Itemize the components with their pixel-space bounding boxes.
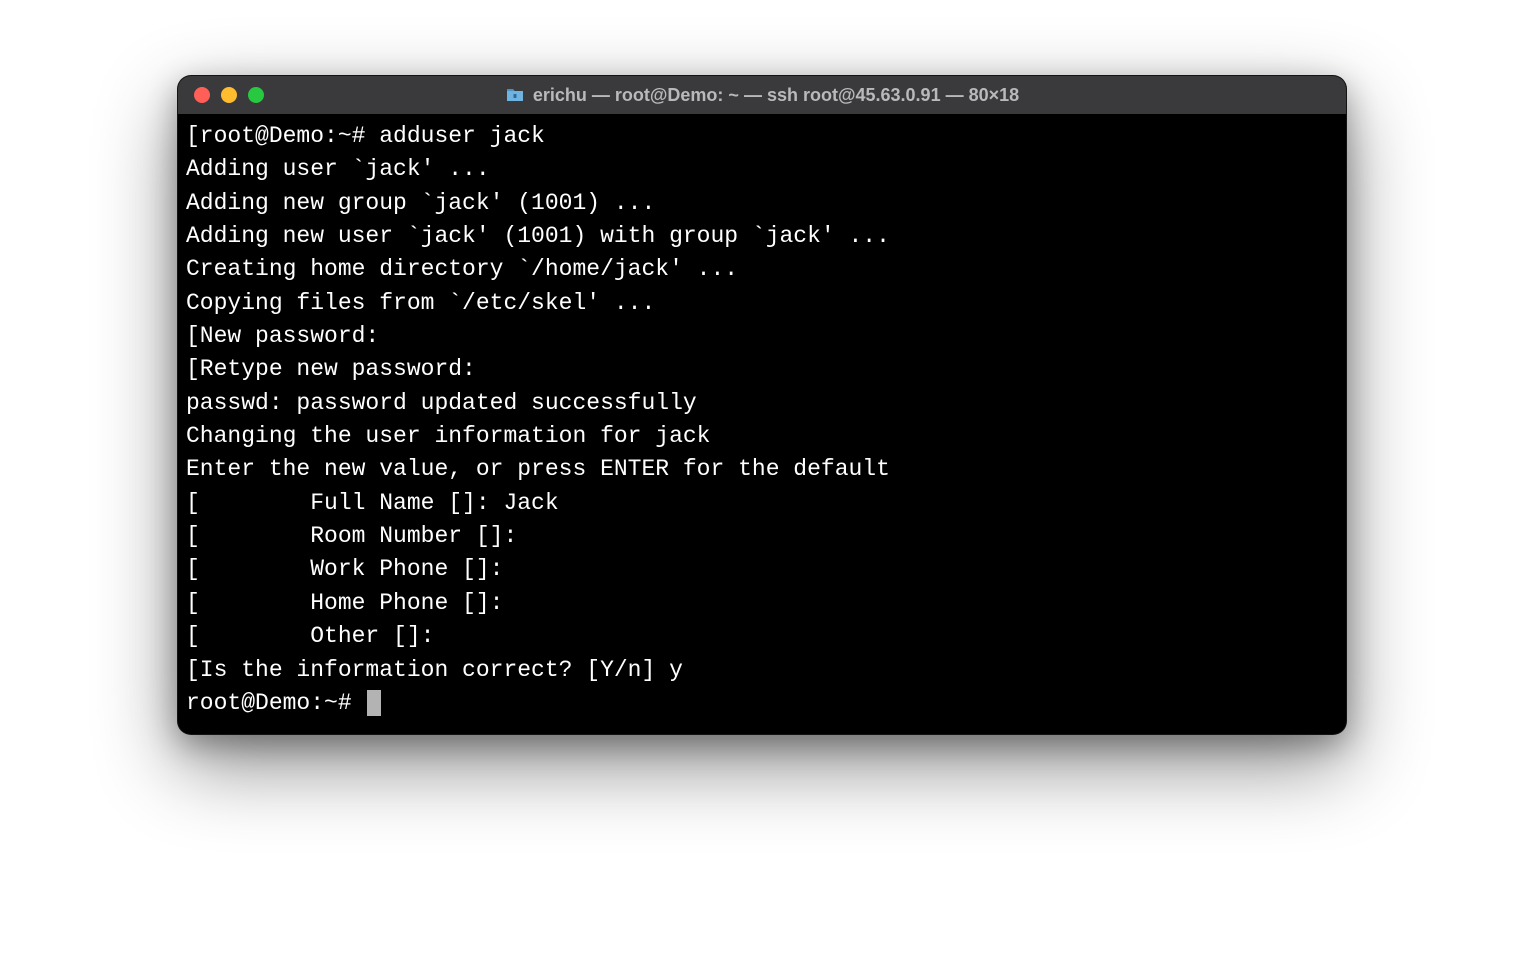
terminal-line: [ Work Phone []: (186, 553, 1338, 586)
window-title: erichu — root@Demo: ~ — ssh root@45.63.0… (533, 85, 1019, 106)
window-titlebar: erichu — root@Demo: ~ — ssh root@45.63.0… (178, 76, 1346, 114)
traffic-lights (194, 87, 264, 103)
terminal-prompt: root@Demo:~# (186, 690, 365, 716)
terminal-line: [Retype new password: (186, 353, 1338, 386)
terminal-line: [ Room Number []: (186, 520, 1338, 553)
close-icon[interactable] (194, 87, 210, 103)
terminal-line: Adding new user `jack' (1001) with group… (186, 220, 1338, 253)
terminal-window: erichu — root@Demo: ~ — ssh root@45.63.0… (177, 75, 1347, 735)
terminal-line: [ Other []: (186, 620, 1338, 653)
terminal-line: [root@Demo:~# adduser jack (186, 120, 1338, 153)
minimize-icon[interactable] (221, 87, 237, 103)
terminal-line: Adding new group `jack' (1001) ... (186, 187, 1338, 220)
folder-icon (505, 87, 525, 103)
cursor-icon (367, 690, 381, 716)
terminal-body[interactable]: [root@Demo:~# adduser jack Adding user `… (178, 114, 1346, 734)
terminal-line: Changing the user information for jack (186, 420, 1338, 453)
terminal-line: passwd: password updated successfully (186, 387, 1338, 420)
terminal-prompt-line: root@Demo:~# (186, 687, 1338, 720)
terminal-line: Copying files from `/etc/skel' ... (186, 287, 1338, 320)
window-title-container: erichu — root@Demo: ~ — ssh root@45.63.0… (178, 85, 1346, 106)
terminal-line: [New password: (186, 320, 1338, 353)
terminal-line: Enter the new value, or press ENTER for … (186, 453, 1338, 486)
terminal-line: [ Home Phone []: (186, 587, 1338, 620)
terminal-line: [ Full Name []: Jack (186, 487, 1338, 520)
terminal-line: [Is the information correct? [Y/n] y (186, 654, 1338, 687)
terminal-line: Adding user `jack' ... (186, 153, 1338, 186)
maximize-icon[interactable] (248, 87, 264, 103)
terminal-line: Creating home directory `/home/jack' ... (186, 253, 1338, 286)
